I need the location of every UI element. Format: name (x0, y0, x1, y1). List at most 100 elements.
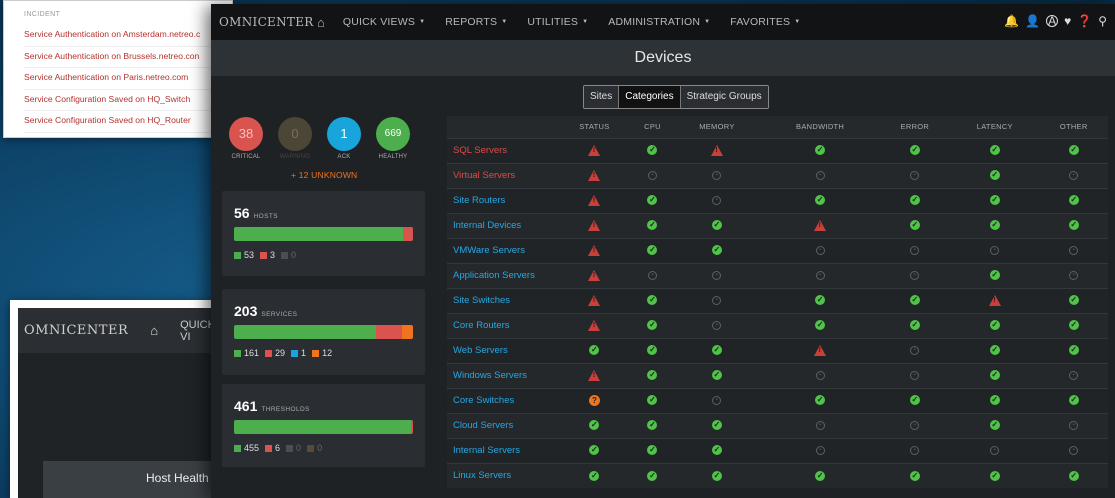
status-cell[interactable] (557, 237, 632, 263)
status-cell[interactable]: ✓ (1039, 337, 1108, 363)
status-cell[interactable]: ✓ (557, 462, 632, 488)
summary-panel-thresholds[interactable]: 461 THRESHOLDS 455 6 0 0 (222, 384, 425, 467)
status-cell[interactable]: ✓ (631, 387, 674, 413)
status-cell[interactable] (557, 287, 632, 313)
status-cell[interactable]: ✓ (950, 262, 1040, 288)
incident-link[interactable]: Service Authentication on Amsterdam.netr… (24, 25, 232, 47)
legend-item[interactable]: 0 (286, 443, 301, 453)
status-cell[interactable]: ✓ (760, 312, 880, 338)
column-header[interactable]: MEMORY (673, 116, 761, 138)
status-cell[interactable]: ✓ (673, 462, 761, 488)
incident-link[interactable]: Service Authentication on Paris.netreo.c… (24, 68, 232, 90)
home-icon[interactable]: ⌂ (150, 323, 158, 338)
legend-item[interactable]: 12 (312, 348, 332, 358)
status-cell[interactable]: ? (557, 387, 632, 413)
status-cell[interactable]: ✓ (631, 312, 674, 338)
category-link[interactable]: Site Routers (447, 187, 557, 213)
status-cell[interactable]: ✓ (950, 412, 1040, 438)
status-cell[interactable]: ✓ (879, 187, 951, 213)
tab-categories[interactable]: Categories (619, 86, 681, 108)
account-a-icon[interactable]: A (1046, 15, 1059, 27)
legend-item[interactable]: 53 (234, 250, 254, 260)
column-header[interactable]: BANDWIDTH (760, 116, 880, 138)
status-cell[interactable] (557, 262, 632, 288)
status-cell[interactable]: ✓ (760, 462, 880, 488)
status-cell[interactable]: ✓ (631, 462, 674, 488)
status-cell[interactable]: ✓ (557, 337, 632, 363)
status-cell[interactable]: ✓ (950, 312, 1040, 338)
status-cell[interactable]: ✓ (879, 287, 951, 313)
status-cell[interactable]: • (879, 337, 951, 363)
category-link[interactable]: SQL Servers (447, 137, 557, 163)
status-cell[interactable]: ✓ (879, 387, 951, 413)
status-cell[interactable]: ✓ (631, 187, 674, 213)
category-link[interactable]: Application Servers (447, 262, 557, 288)
column-header[interactable]: ERROR (879, 116, 951, 138)
status-cell[interactable]: ✓ (1039, 212, 1108, 238)
category-link[interactable]: Web Servers (447, 337, 557, 363)
status-cell[interactable]: • (760, 237, 880, 263)
status-cell[interactable] (557, 312, 632, 338)
status-cell[interactable]: ✓ (950, 337, 1040, 363)
status-cell[interactable]: • (879, 237, 951, 263)
legend-item[interactable]: 0 (307, 443, 322, 453)
column-header[interactable]: OTHER (1039, 116, 1108, 138)
status-cell[interactable]: ✓ (1039, 187, 1108, 213)
status-cell[interactable]: • (879, 262, 951, 288)
status-cell[interactable] (557, 362, 632, 388)
stat-ack[interactable]: 1 ACK (327, 117, 361, 160)
status-cell[interactable] (760, 212, 880, 238)
status-cell[interactable]: • (760, 362, 880, 388)
omnicenter-logo[interactable]: OMNICENTER (219, 15, 313, 29)
search-icon[interactable]: ⚲ (1098, 14, 1107, 28)
incident-link[interactable]: Service Configuration Saved on HQ_Router (24, 111, 232, 133)
status-cell[interactable]: • (1039, 262, 1108, 288)
status-cell[interactable]: • (1039, 437, 1108, 463)
status-cell[interactable]: ✓ (760, 387, 880, 413)
status-cell[interactable]: • (760, 412, 880, 438)
status-cell[interactable]: ✓ (760, 187, 880, 213)
status-cell[interactable]: • (673, 287, 761, 313)
status-cell[interactable]: ✓ (950, 462, 1040, 488)
nav-reports[interactable]: REPORTS ▼ (445, 16, 507, 28)
status-cell[interactable]: ✓ (1039, 287, 1108, 313)
status-cell[interactable]: ✓ (673, 237, 761, 263)
status-cell[interactable] (557, 187, 632, 213)
status-cell[interactable]: • (673, 312, 761, 338)
status-cell[interactable]: ✓ (879, 312, 951, 338)
category-link[interactable]: Core Switches (447, 387, 557, 413)
category-link[interactable]: Virtual Servers (447, 162, 557, 188)
nav-quick-views[interactable]: QUICK VIEWS ▼ (343, 16, 425, 28)
column-header[interactable]: LATENCY (950, 116, 1040, 138)
bell-icon[interactable]: 🔔 (1004, 14, 1019, 28)
stat-warning[interactable]: 0 WARNING (278, 117, 312, 160)
status-cell[interactable]: ✓ (631, 437, 674, 463)
category-link[interactable]: Linux Servers (447, 462, 557, 488)
user-icon[interactable]: 👤 (1025, 14, 1040, 28)
summary-panel-hosts[interactable]: 56 HOSTS 53 3 0 (222, 191, 425, 276)
status-cell[interactable]: ✓ (760, 287, 880, 313)
category-link[interactable]: Cloud Servers (447, 412, 557, 438)
nav-favorites[interactable]: FAVORITES ▼ (730, 16, 800, 28)
status-cell[interactable]: ✓ (950, 362, 1040, 388)
tab-strategic-groups[interactable]: Strategic Groups (680, 86, 768, 108)
status-cell[interactable]: • (950, 237, 1040, 263)
status-cell[interactable]: ✓ (631, 412, 674, 438)
legend-item[interactable]: 0 (281, 250, 296, 260)
nav-utilities[interactable]: UTILITIES ▼ (527, 16, 588, 28)
status-cell[interactable]: ✓ (631, 337, 674, 363)
status-cell[interactable]: • (673, 187, 761, 213)
status-cell[interactable]: • (1039, 162, 1108, 188)
incident-link[interactable]: Service Authentication on Brussels.netre… (24, 47, 232, 69)
category-link[interactable]: Internal Servers (447, 437, 557, 463)
legend-item[interactable]: 161 (234, 348, 259, 358)
background-menu-item[interactable]: QUICK VI (180, 319, 215, 343)
help-icon[interactable]: ❓ (1077, 14, 1092, 28)
status-cell[interactable] (557, 137, 632, 163)
category-link[interactable]: Windows Servers (447, 362, 557, 388)
home-icon[interactable]: ⌂ (317, 15, 325, 30)
status-cell[interactable]: • (1039, 237, 1108, 263)
legend-item[interactable]: 3 (260, 250, 275, 260)
status-cell[interactable]: • (760, 262, 880, 288)
status-cell[interactable]: ✓ (673, 212, 761, 238)
